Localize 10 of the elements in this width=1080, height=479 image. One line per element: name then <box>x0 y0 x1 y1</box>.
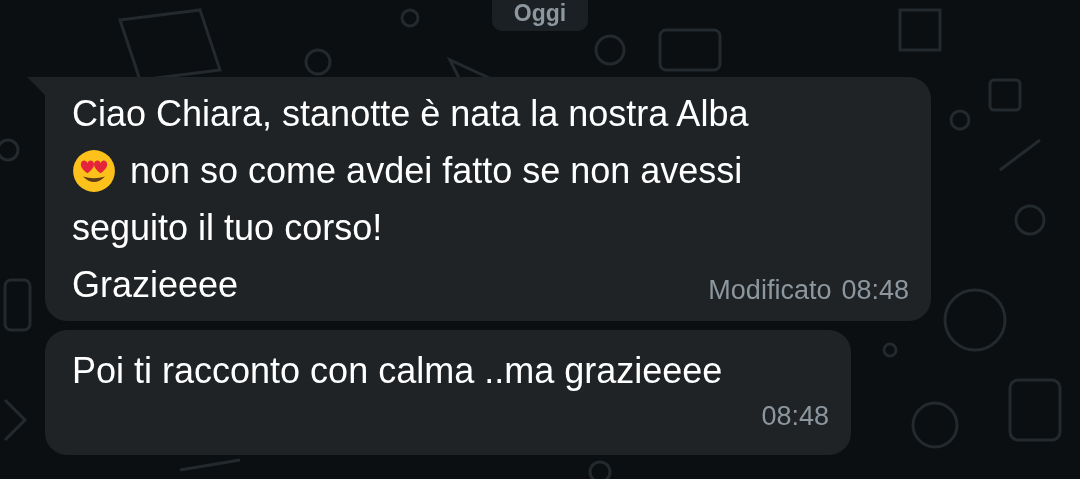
message-text: seguito il tuo corso! <box>72 206 383 250</box>
edited-label: Modificato <box>708 274 832 307</box>
message-text: non so come avdei fatto se non avessi <box>130 149 743 193</box>
message-time: 08:48 <box>841 274 909 307</box>
message-time: 08:48 <box>761 400 829 433</box>
date-chip: Oggi <box>491 0 589 31</box>
message-text: Ciao Chiara, stanotte è nata la nostra Alba <box>72 92 749 136</box>
heart-eyes-emoji-icon <box>72 148 116 193</box>
message-text: Poi ti racconto con calma ..ma grazieeee <box>72 349 724 393</box>
message-text: Grazieeee <box>72 263 239 307</box>
